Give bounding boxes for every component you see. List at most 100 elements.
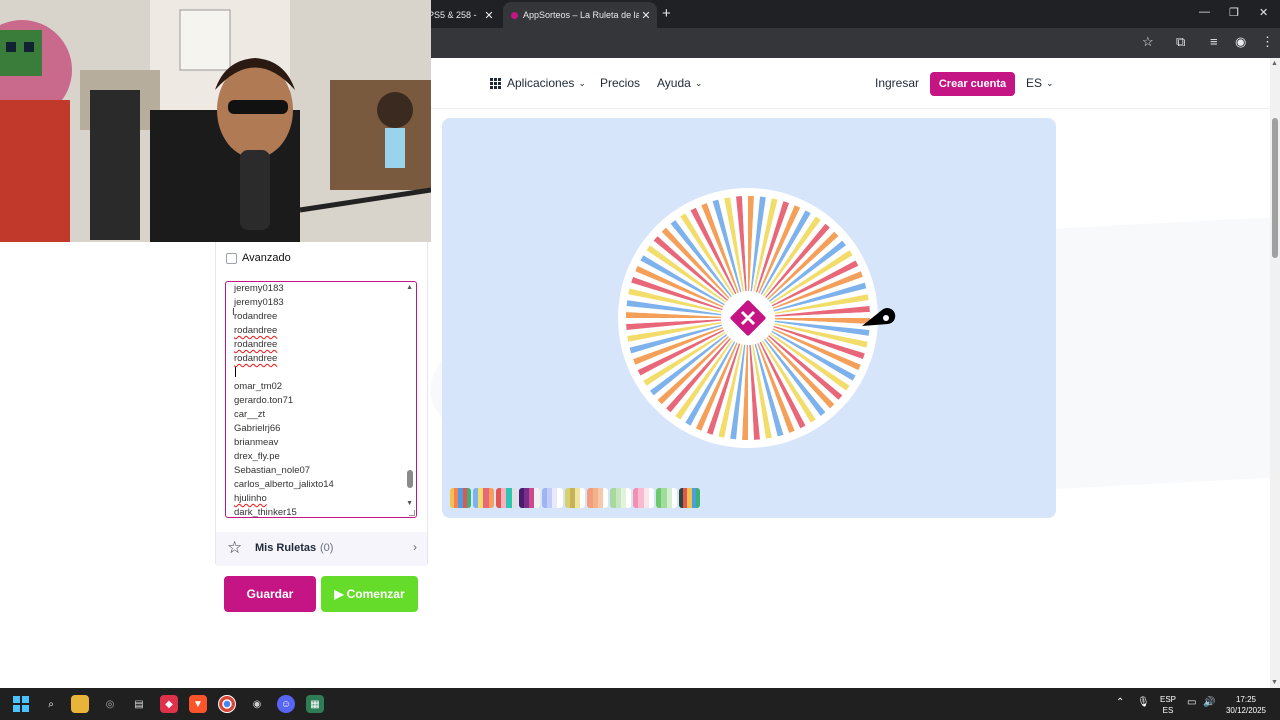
webcam-overlay xyxy=(0,0,431,242)
menu-icon[interactable]: ⋮ xyxy=(1261,34,1274,50)
extensions-icon[interactable]: ⧉ xyxy=(1176,34,1185,50)
webcam-image xyxy=(0,0,431,242)
entry-line: omar_tm02 xyxy=(234,381,283,392)
bookmark-star-icon[interactable]: ☆ xyxy=(1142,34,1154,50)
calculator-icon[interactable]: ▦ xyxy=(306,695,324,713)
palette-color xyxy=(671,488,678,508)
search-icon[interactable]: ⌕ xyxy=(42,695,60,713)
apps-grid-icon xyxy=(490,77,501,89)
language-selector[interactable]: ES ⌄ xyxy=(1026,76,1054,90)
new-tab-button[interactable]: + xyxy=(662,5,671,22)
tab-appsorteos[interactable]: AppSorteos – La Ruleta de la Su ✕ xyxy=(503,2,657,28)
palette-swatch[interactable] xyxy=(450,488,471,508)
scroll-down-icon[interactable]: ▼ xyxy=(406,500,413,507)
clock-time: 17:25 xyxy=(1235,695,1257,704)
palette-swatch[interactable] xyxy=(679,488,700,508)
screen: { "browser": { "tabs": [ {"label": "PS5 … xyxy=(0,0,1280,720)
tab-label: PS5 & 258 - xyxy=(428,10,477,20)
palette-color xyxy=(466,488,471,508)
prize-wheel[interactable] xyxy=(616,184,896,454)
nav-login-link[interactable]: Ingresar xyxy=(875,76,919,90)
tab-label: AppSorteos – La Ruleta de la Su xyxy=(523,10,639,20)
textarea-scrollbar-thumb[interactable] xyxy=(407,470,413,488)
start-button[interactable]: ▶ Comenzar xyxy=(321,576,418,612)
palette-color xyxy=(488,488,494,508)
color-palette-selector xyxy=(450,488,700,510)
entry-line: rodandree xyxy=(234,325,278,336)
my-wheels-label: Mis Ruletas xyxy=(255,542,317,554)
scroll-up-icon[interactable]: ▲ xyxy=(1271,60,1278,67)
close-icon[interactable]: ✕ xyxy=(482,9,496,22)
profile-icon[interactable]: ◉ xyxy=(1235,34,1246,50)
entry-line: rodandree xyxy=(234,353,278,364)
close-icon[interactable]: ✕ xyxy=(639,9,653,22)
nav-apps-label: Aplicaciones xyxy=(507,76,575,90)
palette-swatch[interactable] xyxy=(656,488,678,508)
scroll-down-icon[interactable]: ▼ xyxy=(1271,679,1278,686)
entry-line: carlos_alberto_jalixto14 xyxy=(234,479,334,490)
save-button[interactable]: Guardar xyxy=(224,576,316,612)
entry-line: hjulinho xyxy=(234,493,267,504)
chevron-right-icon: › xyxy=(413,540,417,554)
app-icon[interactable]: ◎ xyxy=(101,695,119,713)
file-explorer-icon[interactable] xyxy=(71,695,89,713)
advanced-checkbox[interactable] xyxy=(226,253,237,264)
discord-icon[interactable]: ☺ xyxy=(277,695,295,713)
palette-swatch[interactable] xyxy=(472,488,494,508)
palette-swatch[interactable] xyxy=(610,488,632,508)
palette-swatch[interactable] xyxy=(564,488,586,508)
nav-prices-label: Precios xyxy=(600,76,641,90)
chevron-down-icon: ⌄ xyxy=(1046,77,1054,88)
nav-prices-link[interactable]: Precios xyxy=(600,76,640,90)
text-caret xyxy=(235,367,236,377)
palette-swatch[interactable] xyxy=(633,488,655,508)
volume-icon[interactable]: 🔊 xyxy=(1203,697,1215,708)
entry-line: Sebastian_nole07 xyxy=(234,465,311,476)
page-scrollbar[interactable]: ▲ ▼ xyxy=(1270,58,1280,688)
palette-swatch[interactable] xyxy=(541,488,563,508)
media-app-icon[interactable]: ◆ xyxy=(160,695,178,713)
brave-browser-icon[interactable]: ▼ xyxy=(189,695,207,713)
app-icon[interactable]: ◉ xyxy=(248,695,266,713)
palette-swatch[interactable] xyxy=(495,488,517,508)
clock-date: 30/12/2025 xyxy=(1225,706,1267,715)
network-icon[interactable]: ▭ xyxy=(1187,697,1196,708)
entries-textarea[interactable]: I ▲ ▼ jeremy0183 jeremy0183 rodandree rodan… xyxy=(225,281,417,518)
input-language[interactable]: ESP ES xyxy=(1156,694,1180,716)
play-icon: ▶ xyxy=(334,587,344,601)
my-wheels-row[interactable]: ☆ Mis Ruletas (0) › xyxy=(216,532,427,566)
my-wheels-count: (0) xyxy=(320,542,334,554)
advanced-label: Avanzado xyxy=(242,252,291,264)
entry-line: brianmeav xyxy=(234,437,279,448)
nav-divider xyxy=(430,108,1270,109)
clock[interactable]: 17:25 30/12/2025 xyxy=(1222,694,1270,716)
nav-help-menu[interactable]: Ayuda ⌄ xyxy=(657,76,702,90)
palette-color xyxy=(557,488,563,508)
store-icon[interactable]: ▤ xyxy=(130,695,148,713)
entry-line: jeremy0183 xyxy=(234,297,284,308)
chevron-down-icon: ⌄ xyxy=(694,77,703,88)
chevron-up-icon[interactable]: ⌃ xyxy=(1116,697,1124,708)
appsorteos-favicon-icon xyxy=(511,11,518,19)
entry-line: car__zt xyxy=(234,409,266,420)
star-icon: ☆ xyxy=(227,538,243,557)
palette-color xyxy=(511,488,517,508)
chrome-icon[interactable] xyxy=(218,695,236,713)
signup-button[interactable]: Crear cuenta xyxy=(930,72,1015,96)
palette-swatch[interactable] xyxy=(587,488,609,508)
reading-list-icon[interactable]: ≡ xyxy=(1210,34,1218,49)
window-close-icon[interactable]: ✕ xyxy=(1259,6,1268,19)
windows-start-icon[interactable] xyxy=(12,695,30,713)
restore-icon[interactable]: ❐ xyxy=(1229,6,1239,19)
palette-color xyxy=(603,488,609,508)
nav-apps-menu[interactable]: Aplicaciones ⌄ xyxy=(490,76,586,90)
resize-grip-icon[interactable] xyxy=(409,510,415,516)
keyboard-layout: ES xyxy=(1162,706,1174,715)
minimize-icon[interactable]: — xyxy=(1199,6,1210,18)
tab-ps5[interactable]: PS5 & 258 - ✕ xyxy=(428,2,500,28)
microphone-icon[interactable]: 🎙 xyxy=(1137,697,1150,708)
language-code: ESP xyxy=(1159,695,1176,704)
scroll-up-icon[interactable]: ▲ xyxy=(406,284,413,291)
palette-swatch[interactable] xyxy=(518,488,540,508)
page-scrollbar-thumb[interactable] xyxy=(1272,118,1278,258)
